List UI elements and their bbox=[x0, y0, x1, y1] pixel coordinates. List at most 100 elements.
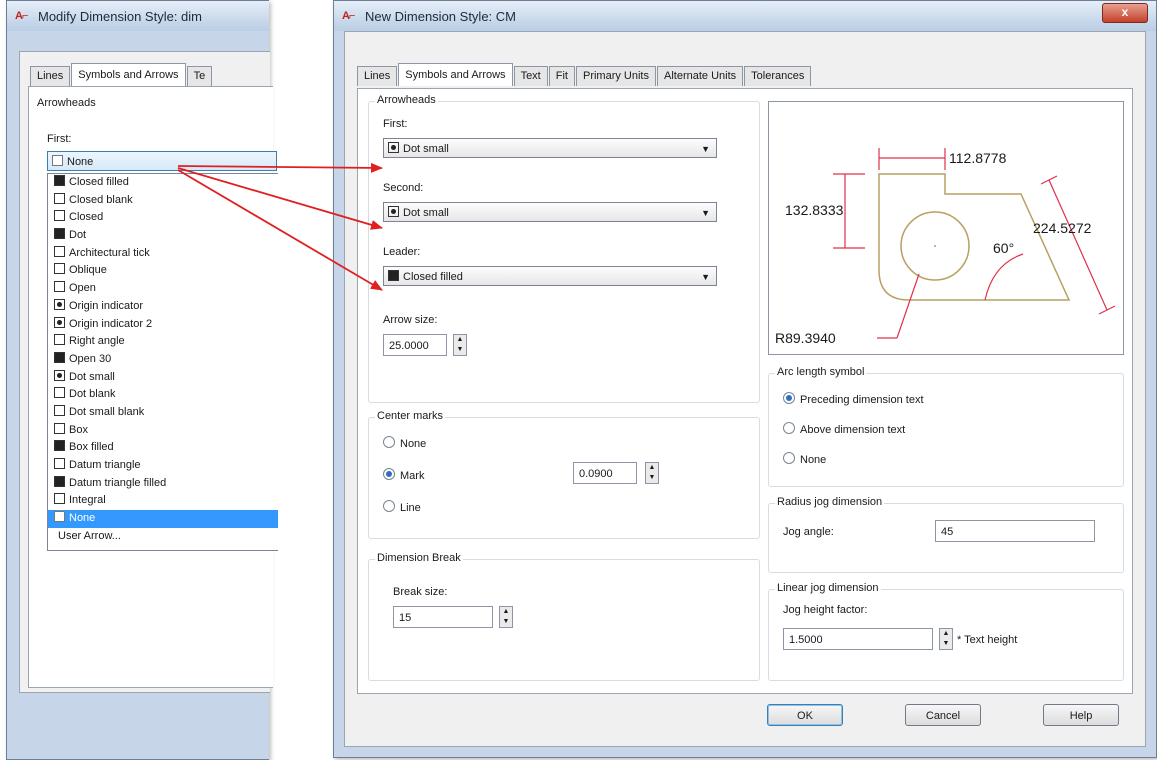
center-mark-none-radio[interactable]: None bbox=[383, 436, 426, 450]
list-item-selected[interactable]: None bbox=[48, 510, 278, 528]
tab-tolerances[interactable]: Tolerances bbox=[744, 66, 812, 86]
arc-none-radio[interactable]: None bbox=[783, 452, 826, 466]
dimension-break-group: Dimension Break Break size: 15 ▲ ▼ bbox=[368, 552, 760, 681]
left-first-label: First: bbox=[47, 133, 72, 145]
dot-blank-icon bbox=[54, 387, 65, 399]
break-size-spinner[interactable]: ▲ ▼ bbox=[499, 606, 513, 628]
list-item[interactable]: Architectural tick bbox=[48, 245, 278, 263]
left-arrowheads-label: Arrowheads bbox=[37, 97, 96, 109]
list-item[interactable]: Dot blank bbox=[48, 386, 278, 404]
arrowheads-group: Arrowheads First: Dot small ▼ Second: Do… bbox=[368, 94, 760, 403]
tab-panel: Arrowheads First: Dot small ▼ Second: Do… bbox=[357, 88, 1133, 694]
list-item[interactable]: Integral bbox=[48, 492, 278, 510]
left-titlebar[interactable]: A⌐ Modify Dimension Style: dim bbox=[7, 1, 269, 31]
arrowheads-group-label: Arrowheads bbox=[375, 94, 438, 106]
left-tab-text[interactable]: Te bbox=[186, 66, 213, 86]
tab-text[interactable]: Text bbox=[513, 66, 548, 86]
list-item[interactable]: User Arrow... bbox=[48, 528, 278, 546]
left-first-value: None bbox=[67, 156, 94, 168]
arrowhead-dropdown-list[interactable]: Closed filled Closed blank Closed Dot Ar… bbox=[47, 173, 278, 551]
jog-height-spinner[interactable]: ▲ ▼ bbox=[939, 628, 953, 650]
chevron-down-icon: ▼ bbox=[701, 272, 710, 282]
ok-button[interactable]: OK bbox=[767, 704, 843, 726]
jog-angle-label: Jog angle: bbox=[783, 526, 834, 538]
tab-lines[interactable]: Lines bbox=[357, 66, 398, 86]
arrow-size-input[interactable]: 25.0000 bbox=[383, 334, 447, 356]
autocad-icon: A⌐ bbox=[342, 10, 355, 22]
tab-primary-units[interactable]: Primary Units bbox=[575, 66, 656, 86]
center-marks-group-label: Center marks bbox=[375, 410, 446, 422]
leader-arrowhead-value: Closed filled bbox=[403, 271, 463, 283]
first-arrowhead-combo[interactable]: Dot small ▼ bbox=[383, 138, 717, 158]
list-item[interactable]: Right angle bbox=[48, 333, 278, 351]
right-angle-icon bbox=[54, 334, 65, 346]
help-button[interactable]: Help bbox=[1043, 704, 1119, 726]
break-size-input[interactable]: 15 bbox=[393, 606, 493, 628]
second-arrowhead-combo[interactable]: Dot small ▼ bbox=[383, 202, 717, 222]
tab-fit[interactable]: Fit bbox=[548, 66, 575, 86]
list-item[interactable]: Oblique bbox=[48, 262, 278, 280]
center-mark-size-spinner[interactable]: ▲ ▼ bbox=[645, 462, 659, 484]
closed-filled-icon bbox=[54, 175, 65, 186]
main-titlebar[interactable]: A⌐ New Dimension Style: CM x bbox=[334, 1, 1156, 31]
autocad-icon: A⌐ bbox=[15, 10, 28, 22]
center-marks-group: Center marks None Mark Line 0.0900 ▲ ▼ bbox=[368, 410, 760, 539]
list-item[interactable]: Closed filled bbox=[48, 174, 278, 192]
center-mark-line-radio[interactable]: Line bbox=[383, 500, 421, 514]
none-arrow-icon bbox=[54, 511, 65, 523]
new-dimension-style-dialog: A⌐ New Dimension Style: CM x Lines Symbo… bbox=[333, 0, 1157, 758]
jog-height-input[interactable]: 1.5000 bbox=[783, 628, 933, 650]
second-label: Second: bbox=[383, 182, 424, 194]
leader-label: Leader: bbox=[383, 246, 421, 258]
radius-jog-group-label: Radius jog dimension bbox=[775, 496, 885, 508]
arrow-size-label: Arrow size: bbox=[383, 314, 438, 326]
list-item[interactable]: Dot small blank bbox=[48, 404, 278, 422]
list-item[interactable]: Box filled bbox=[48, 439, 278, 457]
close-button[interactable]: x bbox=[1102, 3, 1148, 23]
preview-dim-right: 224.5272 bbox=[1033, 220, 1092, 236]
left-tab-lines[interactable]: Lines bbox=[30, 66, 71, 86]
arc-preceding-radio[interactable]: Preceding dimension text bbox=[783, 392, 924, 406]
list-item[interactable]: Dot bbox=[48, 227, 278, 245]
linear-jog-group: Linear jog dimension Jog height factor: … bbox=[768, 582, 1124, 681]
none-arrow-icon bbox=[52, 155, 63, 166]
list-item[interactable]: Origin indicator bbox=[48, 298, 278, 316]
list-item[interactable]: Datum triangle bbox=[48, 457, 278, 475]
radius-jog-group: Radius jog dimension Jog angle: 45 bbox=[768, 496, 1124, 573]
list-item[interactable]: Origin indicator 2 bbox=[48, 316, 278, 334]
dimension-break-group-label: Dimension Break bbox=[375, 552, 463, 564]
list-item[interactable]: Closed blank bbox=[48, 192, 278, 210]
jog-height-label: Jog height factor: bbox=[783, 604, 868, 616]
center-mark-mark-radio[interactable]: Mark bbox=[383, 468, 424, 482]
list-item[interactable]: Box bbox=[48, 422, 278, 440]
left-first-combo[interactable]: None bbox=[47, 151, 277, 171]
tab-alternate-units[interactable]: Alternate Units bbox=[657, 66, 744, 86]
list-item[interactable]: Open bbox=[48, 280, 278, 298]
tab-symbols-arrows[interactable]: Symbols and Arrows bbox=[398, 63, 513, 86]
leader-arrowhead-combo[interactable]: Closed filled ▼ bbox=[383, 266, 717, 286]
left-tab-symbols-arrows[interactable]: Symbols and Arrows bbox=[71, 63, 186, 86]
cancel-button[interactable]: Cancel bbox=[905, 704, 981, 726]
linear-jog-group-label: Linear jog dimension bbox=[775, 582, 881, 594]
integral-icon bbox=[54, 493, 65, 505]
open-30-icon bbox=[54, 351, 65, 363]
arrow-size-spinner[interactable]: ▲ ▼ bbox=[453, 334, 467, 356]
jog-angle-input[interactable]: 45 bbox=[935, 520, 1095, 542]
arc-above-radio[interactable]: Above dimension text bbox=[783, 422, 905, 436]
chevron-down-icon: ▼ bbox=[701, 144, 710, 154]
dot-small-icon bbox=[54, 369, 65, 381]
oblique-icon bbox=[54, 263, 65, 275]
open-icon bbox=[54, 281, 65, 293]
dot-small-icon bbox=[388, 142, 399, 153]
list-item[interactable]: Closed bbox=[48, 209, 278, 227]
list-item[interactable]: Dot small bbox=[48, 369, 278, 387]
origin-indicator-2-icon bbox=[54, 316, 65, 328]
datum-triangle-icon bbox=[54, 458, 65, 469]
architectural-tick-icon bbox=[54, 245, 65, 257]
preview-pane: 112.8778 132.8333 224.5272 60° R89.3940 bbox=[768, 101, 1124, 355]
closed-blank-icon bbox=[54, 192, 65, 204]
list-item[interactable]: Open 30 bbox=[48, 351, 278, 369]
list-item[interactable]: Datum triangle filled bbox=[48, 475, 278, 493]
center-mark-size-input[interactable]: 0.0900 bbox=[573, 462, 637, 484]
arc-length-group-label: Arc length symbol bbox=[775, 366, 867, 378]
